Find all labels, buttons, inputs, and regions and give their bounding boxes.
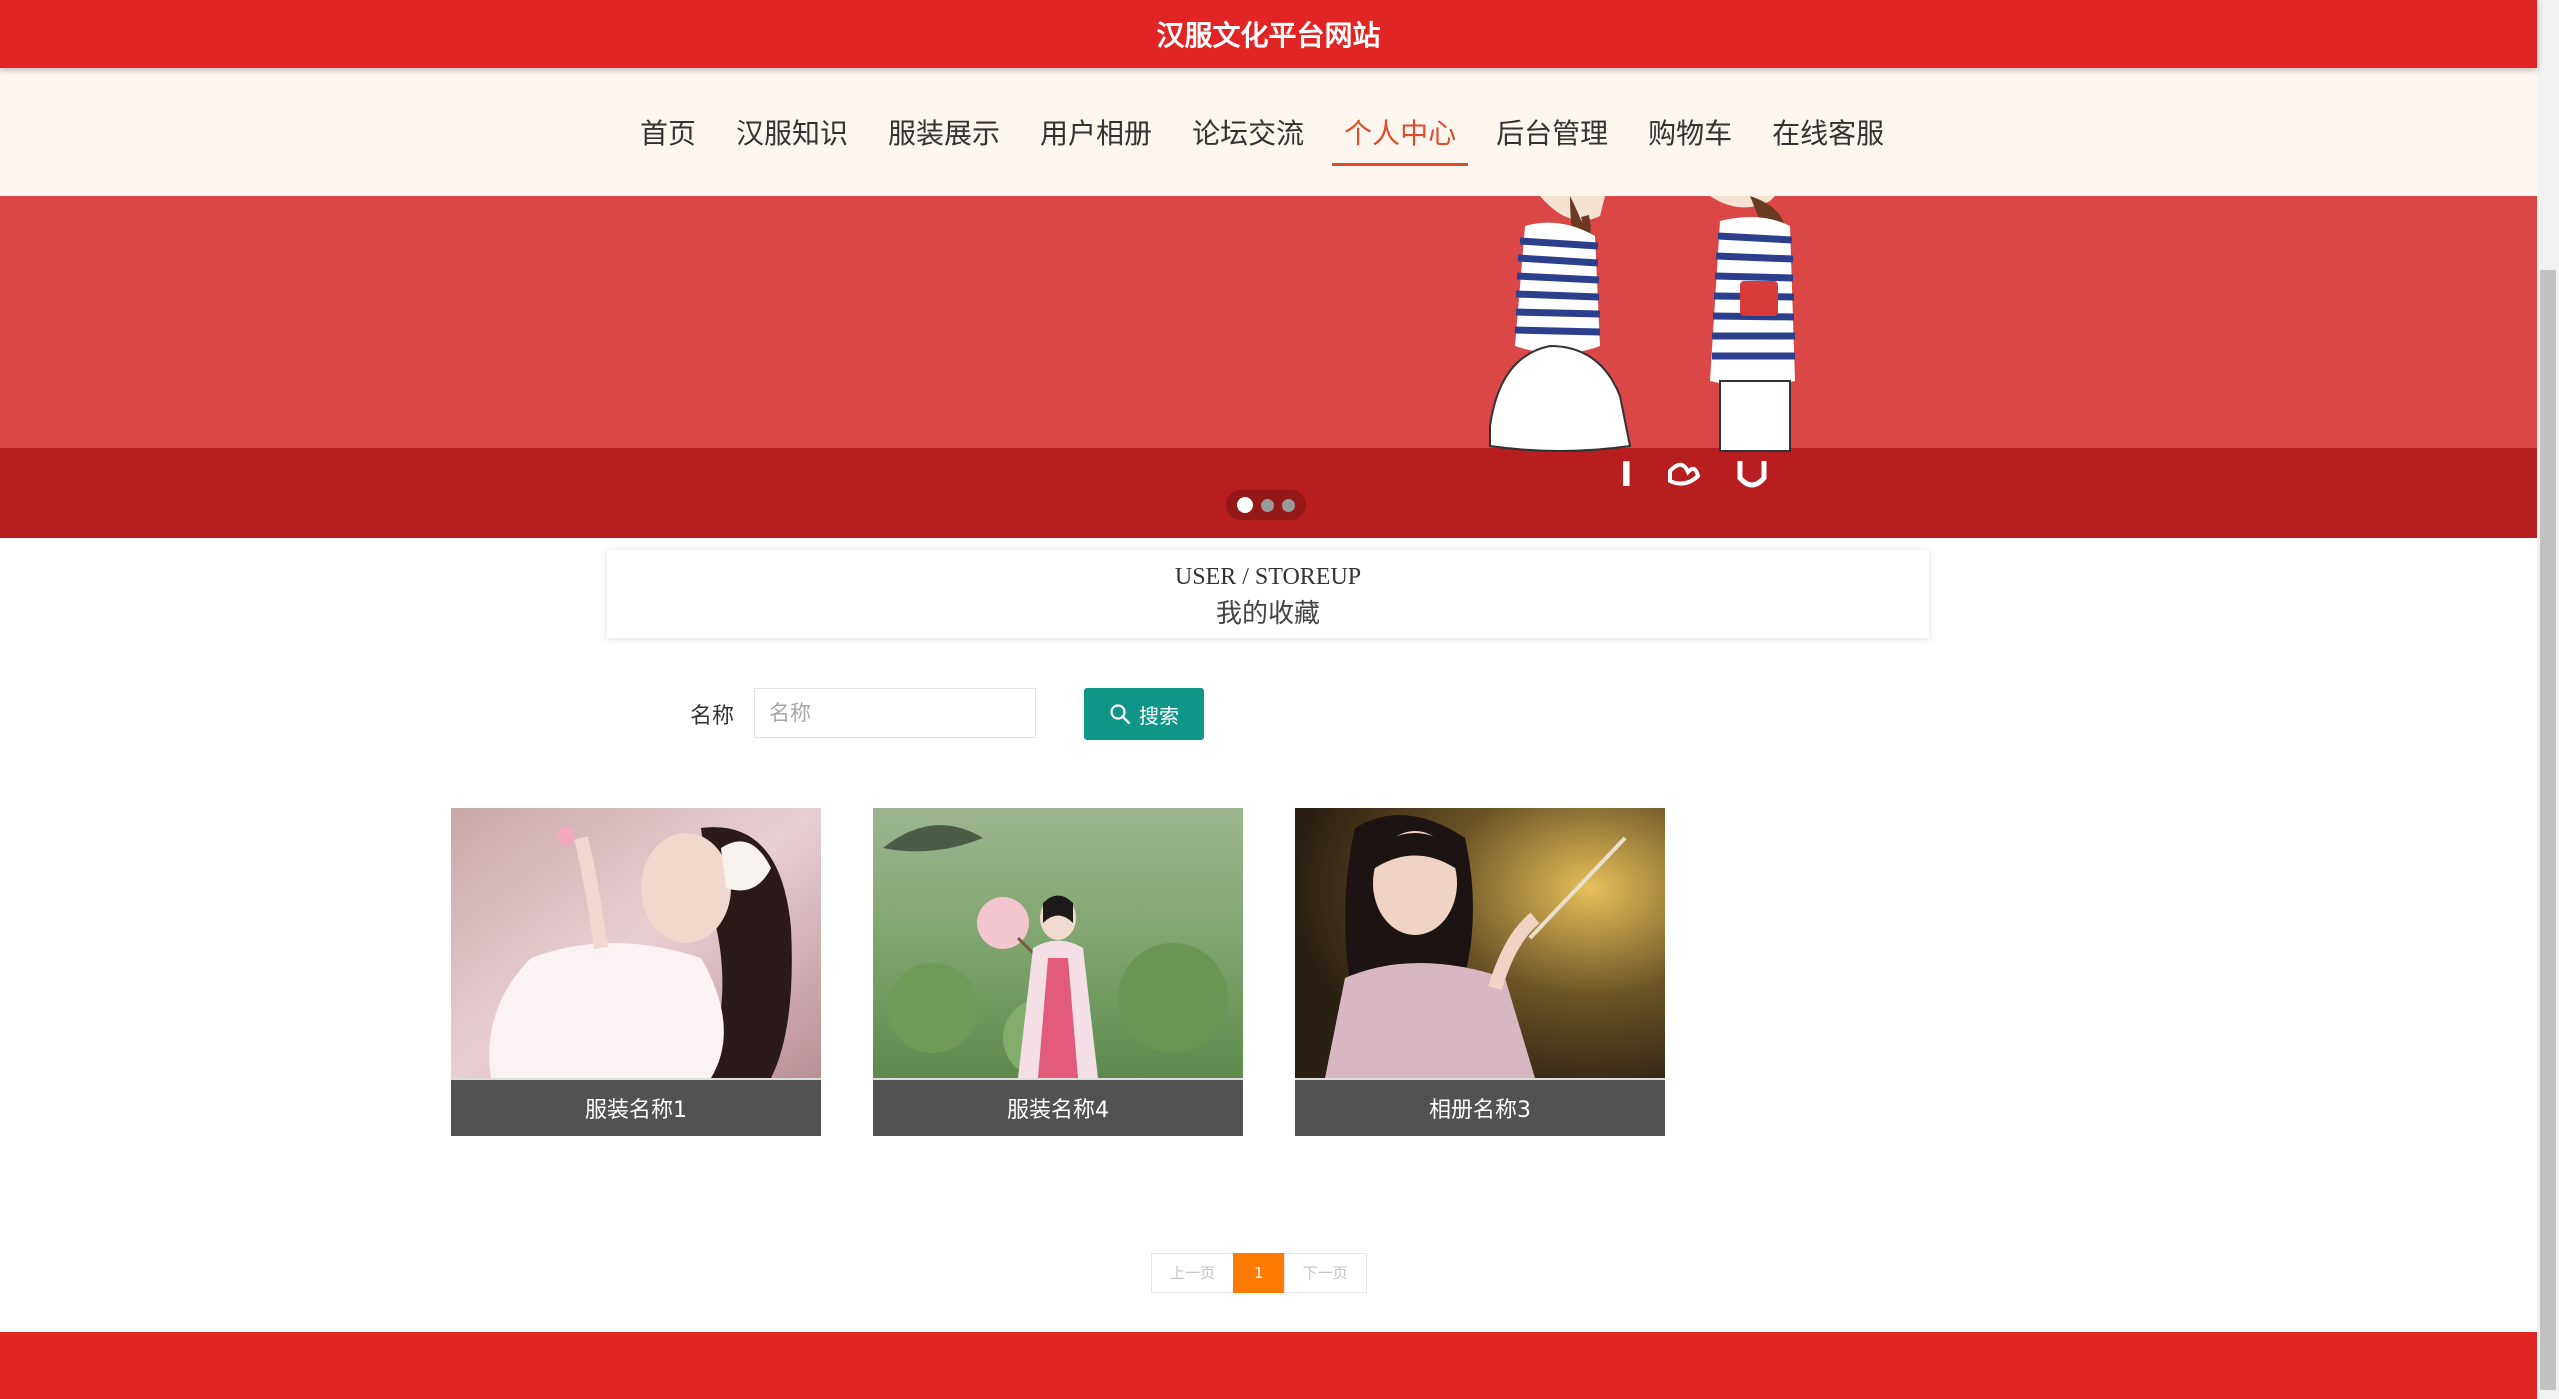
nav-item-home[interactable]: 首页 xyxy=(640,112,696,156)
nav-item-clothing-display[interactable]: 服装展示 xyxy=(888,112,1000,156)
search-input[interactable] xyxy=(754,688,1036,738)
nav-item-cart[interactable]: 购物车 xyxy=(1648,112,1732,156)
favorite-image xyxy=(873,808,1243,1078)
section-title-box: USER / STOREUP 我的收藏 xyxy=(607,550,1929,638)
nav-item-personal-center[interactable]: 个人中心 xyxy=(1332,112,1469,166)
search-button[interactable]: 搜索 xyxy=(1084,688,1204,740)
nav-item-forum[interactable]: 论坛交流 xyxy=(1192,112,1304,156)
site-header: 汉服文化平台网站 xyxy=(0,0,2537,68)
banner-illustration: I xyxy=(1489,196,1795,495)
svg-text:I: I xyxy=(1620,455,1633,495)
banner-carousel[interactable]: I xyxy=(0,196,2537,538)
section-title-en: USER / STOREUP xyxy=(1174,564,1362,590)
favorite-caption: 服装名称4 xyxy=(873,1080,1243,1136)
main-nav: 首页 汉服知识 服装展示 用户相册 论坛交流 个人中心 后台管理 购物车 在线客… xyxy=(640,112,1924,166)
carousel-dot-2[interactable] xyxy=(1261,498,1274,512)
nav-item-user-album[interactable]: 用户相册 xyxy=(1040,112,1152,156)
favorite-caption: 相册名称3 xyxy=(1295,1080,1665,1136)
section-title-cn: 我的收藏 xyxy=(1215,599,1320,628)
favorite-card[interactable]: 相册名称3 xyxy=(1295,808,1665,1136)
carousel-dot-1[interactable] xyxy=(1237,497,1253,513)
site-title: 汉服文化平台网站 xyxy=(1156,19,1381,52)
page-number-current[interactable]: 1 xyxy=(1233,1253,1285,1293)
site-footer xyxy=(0,1332,2537,1399)
nav-item-hanfu-knowledge[interactable]: 汉服知识 xyxy=(736,112,848,156)
search-icon xyxy=(1110,704,1131,725)
scrollbar-thumb[interactable] xyxy=(2540,270,2556,1390)
favorite-image xyxy=(451,808,821,1078)
page: 汉服文化平台网站 首页 汉服知识 服装展示 用户相册 论坛交流 个人中心 后台管… xyxy=(0,0,2537,1399)
search-button-label: 搜索 xyxy=(1139,703,1179,728)
favorite-card[interactable]: 服装名称1 xyxy=(451,808,821,1136)
nav-bar: 首页 汉服知识 服装展示 用户相册 论坛交流 个人中心 后台管理 购物车 在线客… xyxy=(0,68,2537,196)
nav-item-customer-service[interactable]: 在线客服 xyxy=(1772,112,1884,156)
prev-page-button[interactable]: 上一页 xyxy=(1151,1253,1235,1293)
next-page-button[interactable]: 下一页 xyxy=(1283,1253,1367,1293)
favorite-card[interactable]: 服装名称4 xyxy=(873,808,1243,1136)
nav-item-admin[interactable]: 后台管理 xyxy=(1496,112,1608,156)
carousel-dot-3[interactable] xyxy=(1282,498,1295,512)
search-label: 名称 xyxy=(690,704,735,729)
favorite-caption: 服装名称1 xyxy=(451,1080,821,1136)
pagination: 上一页 1 下一页 xyxy=(1151,1253,1367,1293)
page-scrollbar[interactable] xyxy=(2537,0,2559,1399)
favorite-image xyxy=(1295,808,1665,1078)
carousel-indicators xyxy=(1226,490,1306,520)
